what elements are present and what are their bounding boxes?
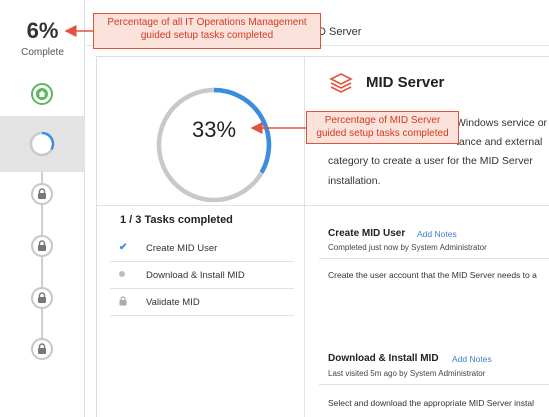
callout-arrows bbox=[64, 25, 306, 134]
guided-setup-page: 6% Complete D Server 33% 1 / 3 Tasks com… bbox=[0, 0, 549, 417]
